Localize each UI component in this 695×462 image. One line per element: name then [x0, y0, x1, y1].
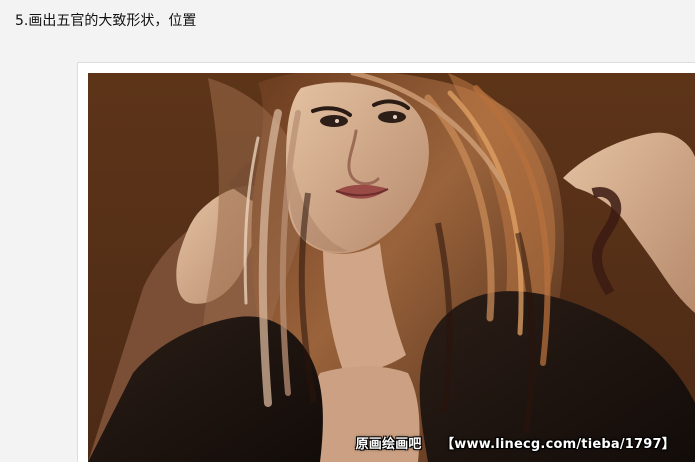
- portrait-painting-image: 原画绘画吧 【www.linecg.com/tieba/1797】: [88, 73, 695, 462]
- portrait-painting-illustration: [88, 73, 695, 462]
- watermark: 原画绘画吧 【www.linecg.com/tieba/1797】: [356, 433, 675, 452]
- watermark-url: 【www.linecg.com/tieba/1797】: [441, 437, 675, 452]
- tutorial-step-page: 5.画出五官的大致形状，位置 原画绘画吧 【www.linecg.com/tie…: [0, 0, 695, 462]
- step-title: 5.画出五官的大致形状，位置: [15, 13, 197, 29]
- watermark-site: 原画绘画吧: [355, 437, 422, 452]
